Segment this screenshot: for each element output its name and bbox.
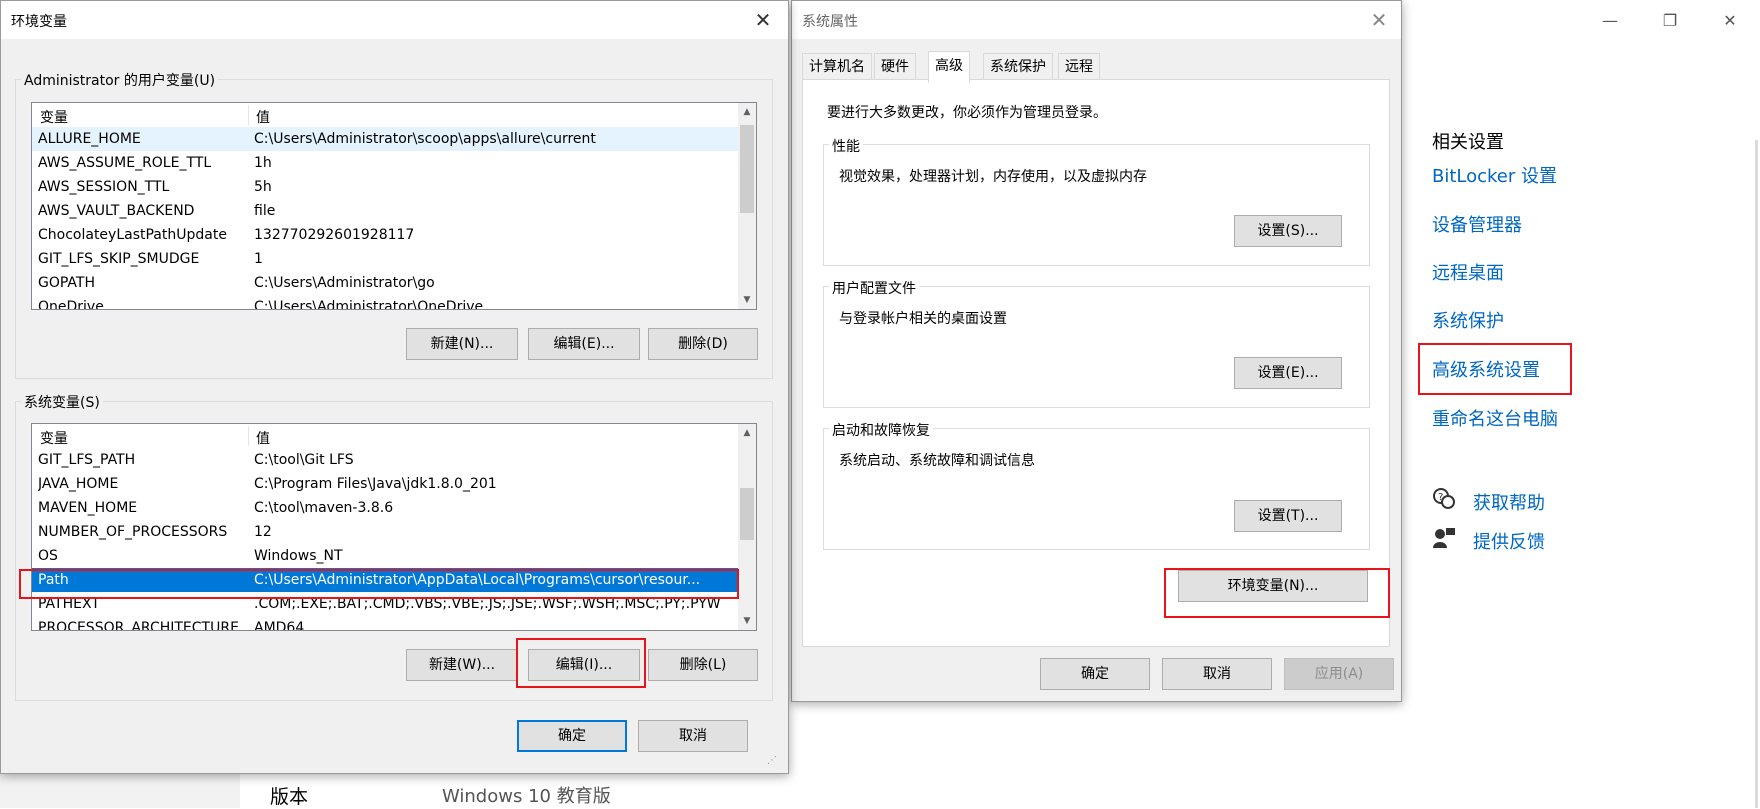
tab-remote[interactable]: 远程	[1058, 53, 1100, 81]
highlight-env-button	[1164, 568, 1390, 618]
table-row[interactable]: GOPATH C:\Users\Administrator\go	[32, 271, 738, 295]
advanced-tab-panel: 要进行大多数更改，你必须作为管理员登录。 性能 视觉效果，处理器计划，内存使用，…	[802, 79, 1390, 647]
version-label: 版本	[270, 786, 309, 808]
col-variable-header[interactable]: 变量	[40, 428, 68, 448]
user-vars-list[interactable]: 变量 值 ALLURE_HOME C:\Users\Administrator\s…	[31, 102, 757, 310]
env-cancel-button[interactable]: 取消	[638, 720, 748, 752]
env-titlebar	[1, 1, 788, 39]
table-row[interactable]: NUMBER_OF_PROCESSORS 12	[32, 520, 738, 544]
table-row[interactable]: JAVA_HOME C:\Program Files\Java\jdk1.8.0_…	[32, 472, 738, 496]
scroll-down-icon[interactable]: ▼	[738, 291, 756, 309]
table-row[interactable]: ALLURE_HOME C:\Users\Administrator\scoop\…	[32, 127, 738, 151]
tab-advanced[interactable]: 高级	[928, 51, 970, 83]
scroll-thumb[interactable]	[740, 125, 754, 213]
user-profile-group	[823, 286, 1370, 408]
performance-label: 性能	[829, 136, 863, 156]
system-new-button[interactable]: 新建(W)...	[406, 649, 518, 681]
table-row[interactable]: OneDrive C:\Users\Administrator\OneDrive	[32, 295, 738, 309]
tab-system-protection[interactable]: 系统保护	[983, 53, 1053, 81]
sysprops-ok-button[interactable]: 确定	[1040, 658, 1150, 690]
startup-recovery-desc: 系统启动、系统故障和调试信息	[839, 453, 1035, 469]
svg-text:?: ?	[1438, 492, 1443, 503]
feedback-icon	[1432, 526, 1456, 550]
table-row[interactable]: MAVEN_HOME C:\tool\maven-3.8.6	[32, 496, 738, 520]
table-row[interactable]: PROCESSOR_ARCHITECTURE AMD64	[32, 616, 738, 630]
system-protection-link[interactable]: 系统保护	[1432, 307, 1504, 333]
table-row[interactable]: GIT_LFS_SKIP_SMUDGE 1	[32, 247, 738, 271]
user-vars-header: 变量 值	[32, 103, 738, 127]
user-profile-settings-button[interactable]: 设置(E)...	[1234, 357, 1342, 389]
scroll-up-icon[interactable]: ▲	[738, 103, 756, 121]
user-profile-label: 用户配置文件	[829, 278, 919, 298]
table-row[interactable]: AWS_VAULT_BACKEND file	[32, 199, 738, 223]
scroll-thumb[interactable]	[740, 488, 754, 540]
table-row[interactable]: OS Windows_NT	[32, 544, 738, 568]
system-delete-button[interactable]: 删除(L)	[648, 649, 758, 681]
highlight-path-row	[19, 569, 739, 599]
remote-desktop-link[interactable]: 远程桌面	[1432, 259, 1504, 285]
user-edit-button[interactable]: 编辑(E)...	[528, 328, 640, 360]
user-profile-desc: 与登录帐户相关的桌面设置	[839, 311, 1007, 327]
help-chat-icon: ?	[1432, 487, 1456, 511]
user-new-button[interactable]: 新建(N)...	[406, 328, 518, 360]
table-row[interactable]: AWS_ASSUME_ROLE_TTL 1h	[32, 151, 738, 175]
scroll-up-icon[interactable]: ▲	[738, 424, 756, 442]
tab-computer-name[interactable]: 计算机名	[802, 53, 872, 81]
system-vars-list[interactable]: 变量 值 GIT_LFS_PATH C:\tool\Git LFS JAVA_HO…	[31, 423, 757, 631]
restore-icon[interactable]: ❐	[1652, 6, 1688, 36]
table-row[interactable]: AWS_SESSION_TTL 5h	[32, 175, 738, 199]
col-separator[interactable]	[248, 426, 249, 446]
sysprops-apply-button[interactable]: 应用(A)	[1284, 658, 1394, 690]
startup-recovery-settings-button[interactable]: 设置(T)...	[1234, 500, 1342, 532]
env-close-icon[interactable]: ✕	[745, 5, 781, 35]
env-ok-button[interactable]: 确定	[517, 720, 627, 752]
version-value: Windows 10 教育版	[442, 786, 611, 807]
system-vars-header: 变量 值	[32, 424, 738, 448]
close-window-icon[interactable]: ✕	[1712, 6, 1748, 36]
sysprops-cancel-button[interactable]: 取消	[1162, 658, 1272, 690]
system-vars-label: 系统变量(S)	[21, 392, 103, 412]
highlight-advanced-settings	[1418, 343, 1572, 395]
performance-settings-button[interactable]: 设置(S)...	[1234, 215, 1342, 247]
col-value-header[interactable]: 值	[256, 107, 270, 127]
performance-group	[823, 144, 1370, 266]
get-help-link[interactable]: 获取帮助	[1473, 489, 1545, 515]
sysprops-title: 系统属性	[802, 14, 858, 30]
env-title: 环境变量	[11, 14, 67, 30]
minimize-icon[interactable]: —	[1592, 6, 1628, 36]
settings-scrollbar[interactable]	[1755, 140, 1758, 808]
sysprops-titlebar	[792, 1, 1401, 39]
rename-pc-link[interactable]: 重命名这台电脑	[1432, 405, 1558, 431]
col-variable-header[interactable]: 变量	[40, 107, 68, 127]
startup-recovery-label: 启动和故障恢复	[829, 420, 933, 440]
tab-hardware[interactable]: 硬件	[874, 53, 916, 81]
bitlocker-link[interactable]: BitLocker 设置	[1432, 162, 1557, 188]
related-settings-title: 相关设置	[1432, 132, 1504, 153]
system-vars-scrollbar[interactable]: ▲ ▼	[738, 424, 756, 630]
user-vars-label: Administrator 的用户变量(U)	[21, 70, 219, 90]
environment-variables-dialog: 环境变量 ✕ Administrator 的用户变量(U) 变量 值 ALLUR…	[0, 0, 789, 774]
user-delete-button[interactable]: 删除(D)	[648, 328, 758, 360]
performance-desc: 视觉效果，处理器计划，内存使用，以及虚拟内存	[839, 169, 1147, 185]
scroll-down-icon[interactable]: ▼	[738, 612, 756, 630]
table-row[interactable]: GIT_LFS_PATH C:\tool\Git LFS	[32, 448, 738, 472]
device-manager-link[interactable]: 设备管理器	[1432, 211, 1522, 237]
resize-grip-icon[interactable]: ⋰	[767, 755, 777, 766]
col-separator[interactable]	[248, 105, 249, 125]
table-row[interactable]: ChocolateyLastPathUpdate 1327702926019281…	[32, 223, 738, 247]
admin-note: 要进行大多数更改，你必须作为管理员登录。	[827, 105, 1107, 121]
sysprops-close-icon[interactable]: ✕	[1361, 5, 1397, 35]
highlight-system-edit	[516, 638, 646, 688]
user-vars-scrollbar[interactable]: ▲ ▼	[738, 103, 756, 309]
give-feedback-link[interactable]: 提供反馈	[1473, 528, 1545, 554]
col-value-header[interactable]: 值	[256, 428, 270, 448]
system-properties-dialog: 系统属性 ✕ 计算机名 硬件 高级 系统保护 远程 要进行大多数更改，你必须作为…	[791, 0, 1402, 702]
